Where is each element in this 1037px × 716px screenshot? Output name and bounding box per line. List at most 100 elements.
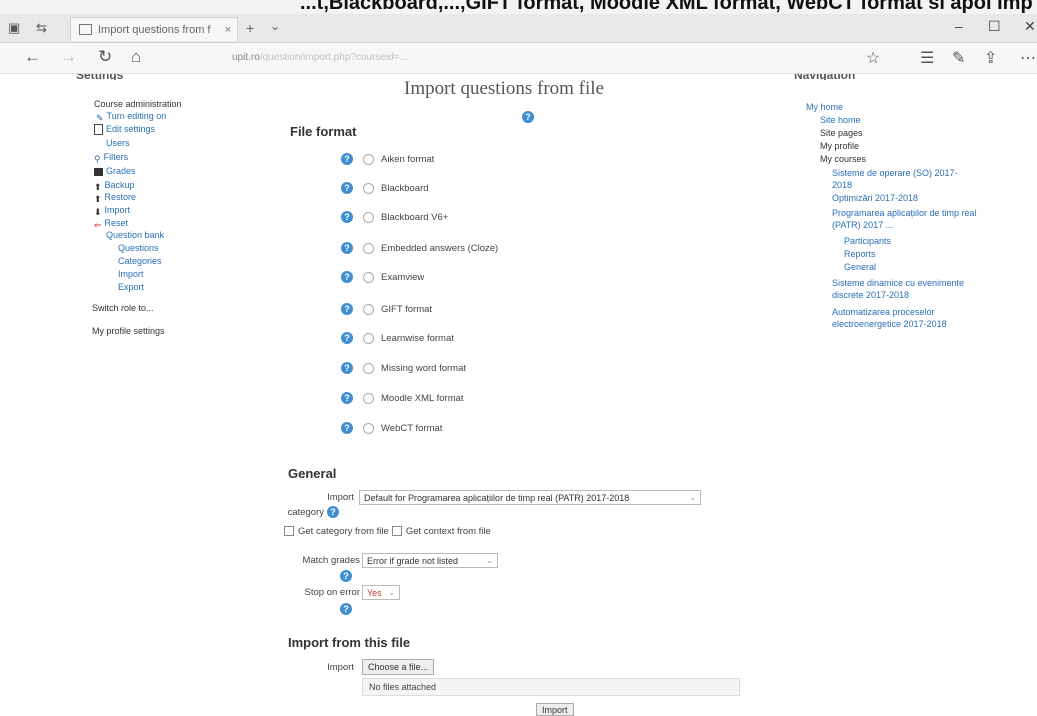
course-administration[interactable]: Course administration	[94, 99, 182, 109]
close-tab-icon[interactable]: ×	[225, 24, 231, 36]
settings-item-users[interactable]: Users	[106, 138, 130, 148]
nav-site-home[interactable]: Site home	[820, 115, 861, 125]
format-option-moodle-xml[interactable]: ? Moodle XML format	[341, 392, 464, 404]
format-option-gift[interactable]: ? GIFT format	[341, 303, 432, 315]
help-icon[interactable]: ?	[327, 506, 339, 518]
help-icon[interactable]: ?	[341, 153, 353, 165]
settings-item-categories[interactable]: Categories	[118, 256, 162, 266]
filter-icon: ⚲	[94, 153, 101, 164]
settings-item-grades[interactable]: Grades	[94, 166, 136, 176]
nav-course-ape[interactable]: Automatizarea proceselor electroenergeti…	[832, 306, 982, 330]
radio-button[interactable]	[363, 303, 374, 315]
help-icon[interactable]: ?	[341, 362, 353, 374]
radio-button[interactable]	[363, 392, 374, 404]
format-option-blackboard[interactable]: ? Blackboard	[341, 182, 429, 194]
radio-button[interactable]	[363, 332, 374, 344]
radio-button[interactable]	[363, 422, 374, 434]
get-category-checkbox[interactable]	[284, 526, 294, 537]
help-icon[interactable]: ?	[522, 111, 534, 123]
help-icon[interactable]: ?	[341, 271, 353, 283]
radio-button[interactable]	[363, 362, 374, 374]
settings-item-filters[interactable]: ⚲ Filters	[94, 152, 128, 164]
url-field[interactable]: upit.ro/question/import.php?courseid=...	[232, 52, 408, 63]
pen-icon[interactable]: ✎	[952, 48, 965, 68]
format-option-aiken[interactable]: ? Aiken format	[341, 153, 434, 165]
choose-file-button[interactable]: Choose a file...	[362, 659, 435, 675]
radio-button[interactable]	[363, 211, 374, 223]
settings-item-turn-editing[interactable]: ✎ Turn editing on	[96, 111, 166, 123]
chevron-down-icon: ⌄	[388, 588, 395, 597]
import-button[interactable]: Import	[536, 703, 574, 716]
help-icon[interactable]: ?	[340, 570, 352, 582]
help-icon[interactable]: ?	[341, 211, 353, 223]
home-icon[interactable]: ⌂	[131, 47, 141, 67]
nav-course-patr[interactable]: Programarea aplicațiilor de timp real (P…	[832, 207, 984, 231]
tab-manager-icon[interactable]: ▣	[8, 20, 20, 36]
browser-tab[interactable]: Import questions from f ×	[70, 17, 238, 41]
get-context-checkbox[interactable]	[391, 526, 402, 537]
format-option-missing-word[interactable]: ? Missing word format	[341, 362, 466, 374]
settings-item-reset[interactable]: ⇐ Reset	[94, 218, 128, 230]
radio-button[interactable]	[363, 242, 374, 254]
nav-my-home[interactable]: My home	[806, 102, 843, 112]
radio-button[interactable]	[363, 153, 374, 165]
maximize-icon[interactable]: ☐	[988, 18, 1001, 35]
help-icon[interactable]: ?	[341, 332, 353, 344]
file-drop-area[interactable]: No files attached	[362, 678, 740, 696]
settings-item-question-bank[interactable]: Question bank	[106, 230, 164, 240]
radio-button[interactable]	[363, 182, 374, 194]
nav-site-pages[interactable]: Site pages	[820, 128, 863, 138]
format-option-blackboard-v6[interactable]: ? Blackboard V6+	[341, 211, 448, 223]
help-icon[interactable]: ?	[341, 303, 353, 315]
settings-item-edit-settings[interactable]: Edit settings	[94, 124, 155, 136]
help-icon[interactable]: ?	[341, 422, 353, 434]
favorite-star-icon[interactable]: ☆	[866, 48, 880, 68]
tab-back-icon[interactable]: ⇆	[36, 20, 47, 36]
format-option-cloze[interactable]: ? Embedded answers (Cloze)	[341, 242, 498, 254]
chevron-down-icon[interactable]: ⌄	[270, 19, 280, 33]
help-icon[interactable]: ?	[341, 182, 353, 194]
banner-text: ...t,Blackboard,...,GIFT format, Moodle …	[300, 0, 1033, 14]
settings-item-export[interactable]: Export	[118, 282, 144, 292]
settings-item-import-questions[interactable]: Import	[118, 269, 144, 279]
settings-item-backup[interactable]: ⬆ Backup	[94, 180, 135, 192]
refresh-icon[interactable]: ↻	[98, 47, 112, 67]
nav-general[interactable]: General	[844, 262, 876, 272]
nav-course-optimizari[interactable]: Optimizări 2017-2018	[832, 193, 918, 203]
settings-item-questions[interactable]: Questions	[118, 243, 159, 253]
stop-on-error-select[interactable]: Yes ⌄	[362, 585, 400, 600]
page-title: Import questions from file	[404, 78, 604, 99]
help-icon[interactable]: ?	[340, 603, 352, 615]
new-tab-button[interactable]: +	[246, 20, 254, 36]
settings-block: Settings	[76, 74, 266, 80]
radio-button[interactable]	[363, 271, 374, 283]
general-heading: General	[288, 466, 337, 481]
nav-my-courses[interactable]: My courses	[820, 154, 866, 164]
nav-course-so[interactable]: Sisteme de operare (SO) 2017-2018	[832, 167, 972, 191]
format-option-examview[interactable]: ? Examview	[341, 271, 424, 283]
category-select[interactable]: Default for Programarea aplicațiilor de …	[359, 490, 701, 505]
format-option-learnwise[interactable]: ? Learnwise format	[341, 332, 454, 344]
profile-settings-link[interactable]: My profile settings	[92, 326, 165, 336]
match-grades-select[interactable]: Error if grade not listed ⌄	[362, 553, 498, 568]
share-icon[interactable]: ⇪	[984, 48, 997, 68]
back-icon[interactable]: ←	[24, 47, 41, 67]
favorites-list-icon[interactable]: ☰	[920, 48, 934, 68]
settings-item-restore[interactable]: ⬆ Restore	[94, 192, 136, 204]
help-icon[interactable]: ?	[341, 242, 353, 254]
nav-course-sded[interactable]: Sisteme dinamice cu evenimente discrete …	[832, 277, 982, 301]
nav-reports[interactable]: Reports	[844, 249, 876, 259]
nav-my-profile[interactable]: My profile	[820, 141, 859, 151]
import-category-label: Import	[327, 492, 354, 503]
forward-icon[interactable]: →	[60, 47, 77, 67]
nav-participants[interactable]: Participants	[844, 236, 891, 246]
minimize-icon[interactable]: –	[955, 18, 963, 34]
settings-item-import[interactable]: ⬇ Import	[94, 205, 130, 217]
format-option-webct[interactable]: ? WebCT format	[341, 422, 442, 434]
close-window-icon[interactable]: ✕	[1024, 18, 1036, 35]
grades-icon	[94, 167, 103, 176]
chevron-down-icon: ⌄	[689, 493, 696, 502]
switch-role-link[interactable]: Switch role to...	[92, 303, 154, 313]
more-icon[interactable]: ⋯	[1020, 48, 1036, 68]
help-icon[interactable]: ?	[341, 392, 353, 404]
